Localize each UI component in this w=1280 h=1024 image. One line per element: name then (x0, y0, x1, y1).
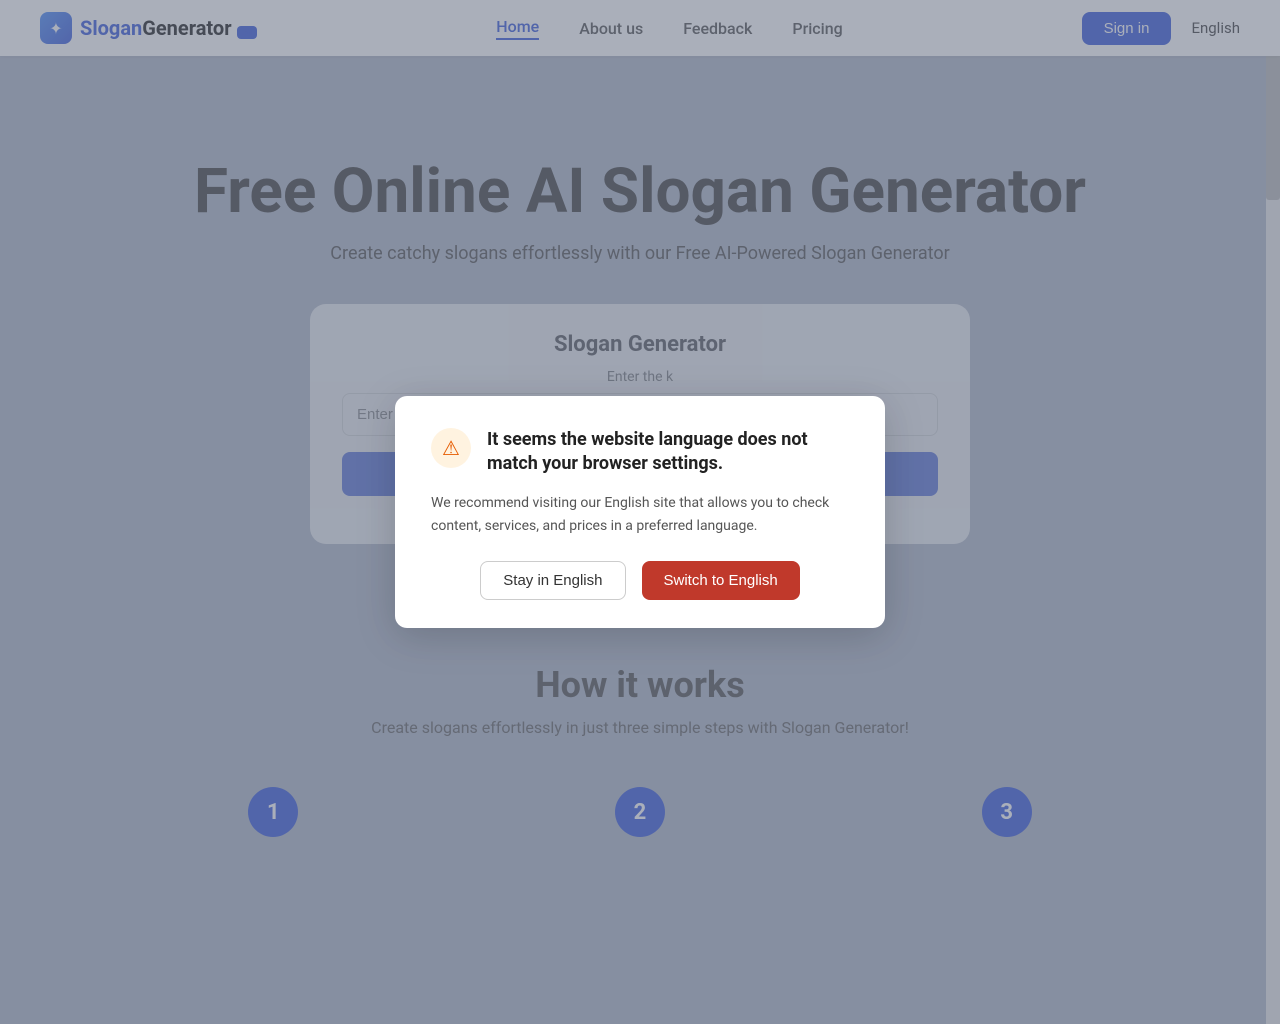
modal-overlay: ⚠ It seems the website language does not… (0, 0, 1280, 1024)
language-modal: ⚠ It seems the website language does not… (395, 396, 885, 628)
modal-actions: Stay in English Switch to English (431, 561, 849, 600)
switch-to-english-button[interactable]: Switch to English (642, 561, 800, 600)
stay-in-english-button[interactable]: Stay in English (480, 561, 625, 600)
modal-title: It seems the website language does not m… (487, 428, 849, 477)
warning-icon: ⚠ (431, 428, 471, 468)
modal-top: ⚠ It seems the website language does not… (431, 428, 849, 477)
modal-body: We recommend visiting our English site t… (431, 492, 849, 537)
